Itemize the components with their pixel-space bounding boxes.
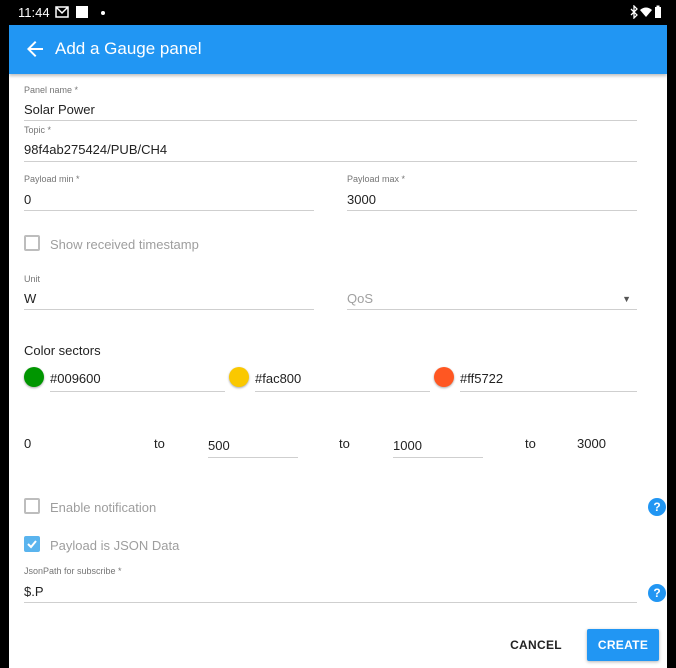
cancel-button[interactable]: CANCEL xyxy=(501,630,571,660)
color-field-3[interactable]: #ff5722 xyxy=(460,366,637,392)
wifi-icon xyxy=(640,7,652,17)
color-field-1[interactable]: #009600 xyxy=(50,366,225,392)
device-frame-right xyxy=(667,0,676,668)
payload-min-underline xyxy=(24,210,314,211)
app-bar: Add a Gauge panel xyxy=(9,25,667,74)
device-frame-left xyxy=(0,0,9,668)
chevron-down-icon[interactable]: ▼ xyxy=(622,294,631,304)
bluetooth-icon xyxy=(630,5,638,19)
qos-placeholder: QoS xyxy=(347,291,374,306)
color-swatch-1[interactable] xyxy=(24,367,44,387)
panel-name-underline xyxy=(24,120,637,121)
color-value-3[interactable]: #ff5722 xyxy=(460,371,503,386)
range-boundary-1-underline xyxy=(208,457,298,458)
payload-max-label: Payload max * xyxy=(347,174,406,184)
color-sectors-title: Color sectors xyxy=(24,343,101,358)
range-to-label-2: to xyxy=(339,436,350,451)
qos-underline xyxy=(347,309,637,310)
range-to-label-3: to xyxy=(525,436,536,451)
unit-field[interactable]: Unit W xyxy=(24,274,314,310)
notification-square-icon xyxy=(76,6,88,18)
payload-min-field[interactable]: Payload min * 0 xyxy=(24,174,314,211)
show-timestamp-checkbox[interactable] xyxy=(24,235,40,251)
help-icon[interactable]: ? xyxy=(648,498,666,516)
color-value-1[interactable]: #009600 xyxy=(50,371,101,386)
payload-max-underline xyxy=(347,210,637,211)
payload-json-checkbox[interactable] xyxy=(24,536,40,552)
topic-field[interactable]: Topic * 98f4ab275424/PUB/CH4 xyxy=(24,125,637,162)
enable-notification-checkbox[interactable] xyxy=(24,498,40,514)
show-timestamp-label[interactable]: Show received timestamp xyxy=(50,237,199,252)
color-field-2[interactable]: #fac800 xyxy=(255,366,430,392)
range-to-label-1: to xyxy=(154,436,165,451)
arrow-left-icon[interactable] xyxy=(23,37,47,61)
topic-label: Topic * xyxy=(24,125,52,135)
range-boundary-2-field[interactable]: 1000 xyxy=(393,434,483,458)
range-start: 0 xyxy=(24,436,32,451)
unit-value[interactable]: W xyxy=(24,291,36,306)
page-title: Add a Gauge panel xyxy=(55,39,202,58)
unit-label: Unit xyxy=(24,274,41,284)
color-underline-1 xyxy=(50,391,225,392)
help-icon[interactable]: ? xyxy=(648,584,666,602)
color-underline-3 xyxy=(460,391,637,392)
panel-name-field[interactable]: Panel name * Solar Power xyxy=(24,85,637,121)
topic-underline xyxy=(24,161,637,162)
range-boundary-1[interactable]: 500 xyxy=(208,438,230,453)
check-icon xyxy=(27,540,37,549)
json-path-underline xyxy=(24,602,637,603)
color-swatch-3[interactable] xyxy=(434,367,454,387)
color-swatch-2[interactable] xyxy=(229,367,249,387)
status-time: 11:44 xyxy=(18,5,50,20)
range-boundary-1-field[interactable]: 500 xyxy=(208,434,298,458)
payload-json-label[interactable]: Payload is JSON Data xyxy=(50,538,179,553)
json-path-label: JsonPath for subscribe * xyxy=(24,566,122,576)
range-boundary-2-underline xyxy=(393,457,483,458)
enable-notification-label[interactable]: Enable notification xyxy=(50,500,156,515)
payload-max-field[interactable]: Payload max * 3000 xyxy=(347,174,637,211)
color-underline-2 xyxy=(255,391,430,392)
payload-max-value[interactable]: 3000 xyxy=(347,192,376,207)
qos-select[interactable]: QoS ▼ xyxy=(347,274,637,310)
status-bar: 11:44 xyxy=(9,0,667,25)
json-path-field[interactable]: JsonPath for subscribe * $.P xyxy=(24,566,637,603)
panel-name-label: Panel name * xyxy=(24,85,79,95)
battery-icon xyxy=(655,5,661,18)
notification-dot-icon xyxy=(101,11,105,15)
topic-value[interactable]: 98f4ab275424/PUB/CH4 xyxy=(24,142,167,157)
color-value-2[interactable]: #fac800 xyxy=(255,371,301,386)
payload-min-label: Payload min * xyxy=(24,174,80,184)
mail-icon xyxy=(55,6,69,18)
unit-underline xyxy=(24,309,314,310)
panel-name-value[interactable]: Solar Power xyxy=(24,102,95,117)
range-end: 3000 xyxy=(577,436,606,451)
json-path-value[interactable]: $.P xyxy=(24,584,44,599)
create-button[interactable]: CREATE xyxy=(587,629,659,661)
payload-min-value[interactable]: 0 xyxy=(24,192,31,207)
range-boundary-2[interactable]: 1000 xyxy=(393,438,422,453)
